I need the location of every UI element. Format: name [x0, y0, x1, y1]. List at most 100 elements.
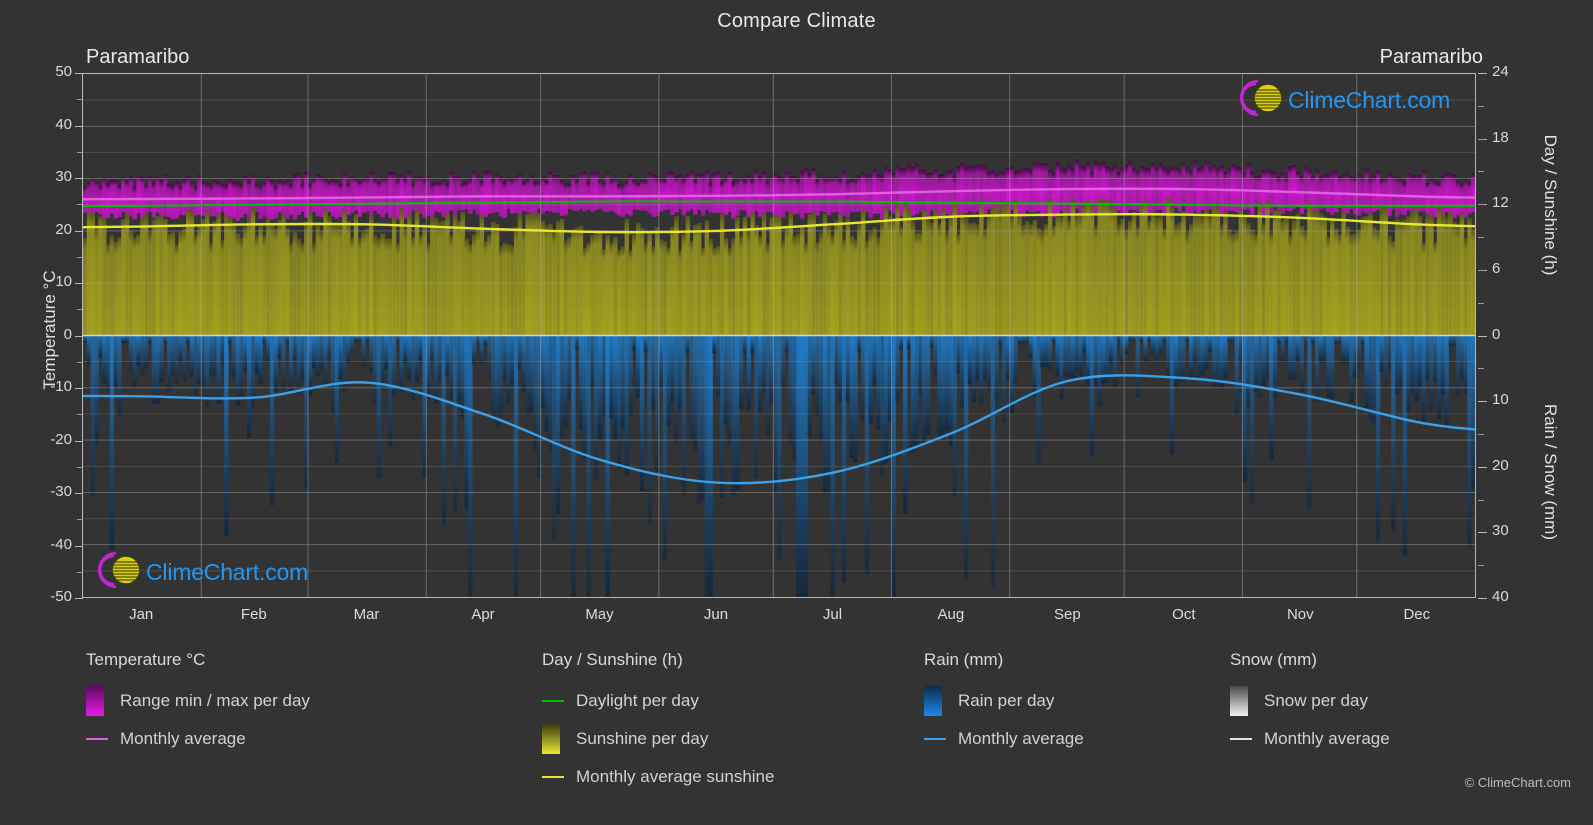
legend-group-1: Temperature °C Range min / max per day Mon…	[86, 650, 310, 758]
copyright-notice: © ClimeChart.com	[1464, 775, 1571, 790]
right-axis-minor-tick	[1478, 237, 1484, 239]
right-axis-tick-sunshine: 6	[1492, 259, 1501, 277]
x-axis-month-label: Mar	[353, 606, 380, 623]
legend-item[interactable]: Snow per day	[1230, 682, 1390, 720]
legend-color-box-icon	[542, 724, 560, 754]
legend-group-title: Rain (mm)	[924, 650, 1004, 669]
right-axis-minor-tick	[1478, 302, 1484, 304]
city-label-left: Paramaribo	[86, 46, 190, 68]
right-axis-tick-rain: 20	[1492, 456, 1509, 474]
legend-swatch	[924, 686, 958, 716]
right-axis-tick-mark	[1478, 532, 1487, 534]
right-axis-minor-tick	[1478, 499, 1484, 501]
legend-swatch	[86, 738, 120, 740]
legend-group-title: Temperature °C	[86, 650, 206, 669]
legend-swatch	[924, 738, 958, 740]
x-axis-month-label: Oct	[1172, 606, 1196, 623]
legend-group-title: Snow (mm)	[1230, 650, 1317, 669]
legend-swatch	[542, 776, 576, 778]
legend-item[interactable]: Rain per day	[924, 682, 1084, 720]
legend-line-icon	[542, 776, 564, 778]
legend-item-label: Snow per day	[1264, 691, 1368, 710]
left-axis-title: Temperature °C	[40, 270, 59, 390]
x-axis-month-label: Jul	[822, 606, 843, 623]
legend-swatch	[1230, 686, 1264, 716]
right-axis-tick-rain: 10	[1492, 391, 1509, 409]
right-axis-minor-tick	[1478, 171, 1484, 173]
climate-plot[interactable]	[82, 73, 1476, 598]
right-axis-title-rain: Rain / Snow (mm)	[1541, 403, 1560, 541]
left-axis-tick: -40	[50, 535, 72, 553]
right-axis-minor-tick	[1478, 433, 1484, 435]
legend-item[interactable]: Monthly average	[86, 720, 310, 758]
legend-line-icon	[86, 738, 108, 740]
right-axis-tick-sunshine: 18	[1492, 128, 1509, 146]
x-axis-month-label: Nov	[1286, 606, 1314, 623]
legend-group-3: Rain (mm) Rain per day Monthly average	[924, 650, 1084, 758]
legend-swatch	[1230, 738, 1264, 740]
legend-item-label: Monthly average sunshine	[576, 767, 775, 786]
right-axis-minor-tick	[1478, 105, 1484, 107]
legend-swatch	[542, 700, 576, 702]
left-axis-tick: -50	[50, 588, 72, 605]
right-axis-tick-mark	[1478, 335, 1487, 337]
legend-color-box-icon	[86, 686, 104, 716]
right-axis-tick-mark	[1478, 466, 1487, 468]
plot-canvas	[83, 74, 1475, 597]
legend-item[interactable]: Daylight per day	[542, 682, 774, 720]
sunshine-bars	[83, 197, 1475, 336]
clime-chart-logo-top[interactable]: ClimeChart.com	[1232, 78, 1450, 123]
legend-item[interactable]: Monthly average	[1230, 720, 1390, 758]
clime-chart-globe-icon-bottom	[90, 550, 146, 595]
x-axis-month-label: Aug	[937, 606, 965, 623]
legend-line-icon	[924, 738, 946, 740]
x-axis-month-label: Feb	[240, 606, 267, 623]
legend-item[interactable]: Monthly average	[924, 720, 1084, 758]
legend-item-label: Monthly average	[120, 729, 246, 748]
left-axis-tick: 30	[55, 168, 72, 185]
x-axis-month-label: Jun	[703, 606, 729, 623]
right-axis-minor-tick	[1478, 204, 1484, 206]
city-label-right: Paramaribo	[1379, 46, 1483, 68]
right-axis-tick-mark	[1478, 73, 1487, 74]
left-axis-tick: 40	[55, 115, 72, 133]
legend-swatch	[542, 724, 576, 754]
left-axis-tick-mark	[75, 598, 83, 599]
legend-color-box-icon	[1230, 686, 1248, 716]
right-axis-tick-rain: 30	[1492, 522, 1509, 540]
x-axis-month-label: Sep	[1053, 606, 1081, 623]
right-axis-tick-mark	[1478, 401, 1487, 403]
x-axis-month-label: Dec	[1403, 606, 1431, 623]
legend-line-icon	[542, 700, 564, 702]
right-axis-tick-mark	[1478, 598, 1487, 599]
right-axis-minor-tick	[1478, 269, 1484, 271]
left-axis-tick: -30	[50, 483, 72, 500]
right-axis-tick-rain: 40	[1492, 588, 1509, 605]
legend-item-label: Sunshine per day	[576, 729, 709, 748]
right-axis-minor-tick	[1478, 565, 1484, 567]
clime-chart-logo-bottom[interactable]: ClimeChart.com	[90, 550, 308, 595]
right-axis-tick-sunshine: 12	[1492, 194, 1509, 212]
x-axis-month-label: Apr	[471, 606, 495, 623]
legend-item-label: Daylight per day	[576, 691, 699, 710]
legend-group-2: Day / Sunshine (h) Daylight per day Sunshi…	[542, 650, 774, 796]
clime-chart-logo-text-bottom: ClimeChart.com	[146, 559, 309, 585]
legend-item[interactable]: Monthly average sunshine	[542, 758, 774, 796]
x-axis-month-label: Jan	[129, 606, 154, 623]
legend-item-label: Monthly average	[1264, 729, 1390, 748]
right-axis-minor-tick	[1478, 138, 1484, 140]
right-axis-tick-sunshine: 24	[1492, 63, 1509, 80]
legend-group-title: Day / Sunshine (h)	[542, 650, 683, 669]
left-axis-tick: 50	[55, 63, 72, 80]
legend-group-4: Snow (mm) Snow per day Monthly average	[1230, 650, 1390, 758]
legend-line-icon	[1230, 738, 1252, 740]
legend-swatch	[86, 686, 120, 716]
legend-item[interactable]: Range min / max per day	[86, 682, 310, 720]
chart-legend: © ClimeChart.com Temperature °C Range min…	[0, 650, 1593, 825]
grid-lines	[83, 74, 1475, 597]
right-axis-minor-tick	[1478, 368, 1484, 370]
legend-color-box-icon	[924, 686, 942, 716]
legend-item[interactable]: Sunshine per day	[542, 720, 774, 758]
legend-item-label: Monthly average	[958, 729, 1084, 748]
clime-chart-logo-text-top: ClimeChart.com	[1288, 87, 1451, 113]
